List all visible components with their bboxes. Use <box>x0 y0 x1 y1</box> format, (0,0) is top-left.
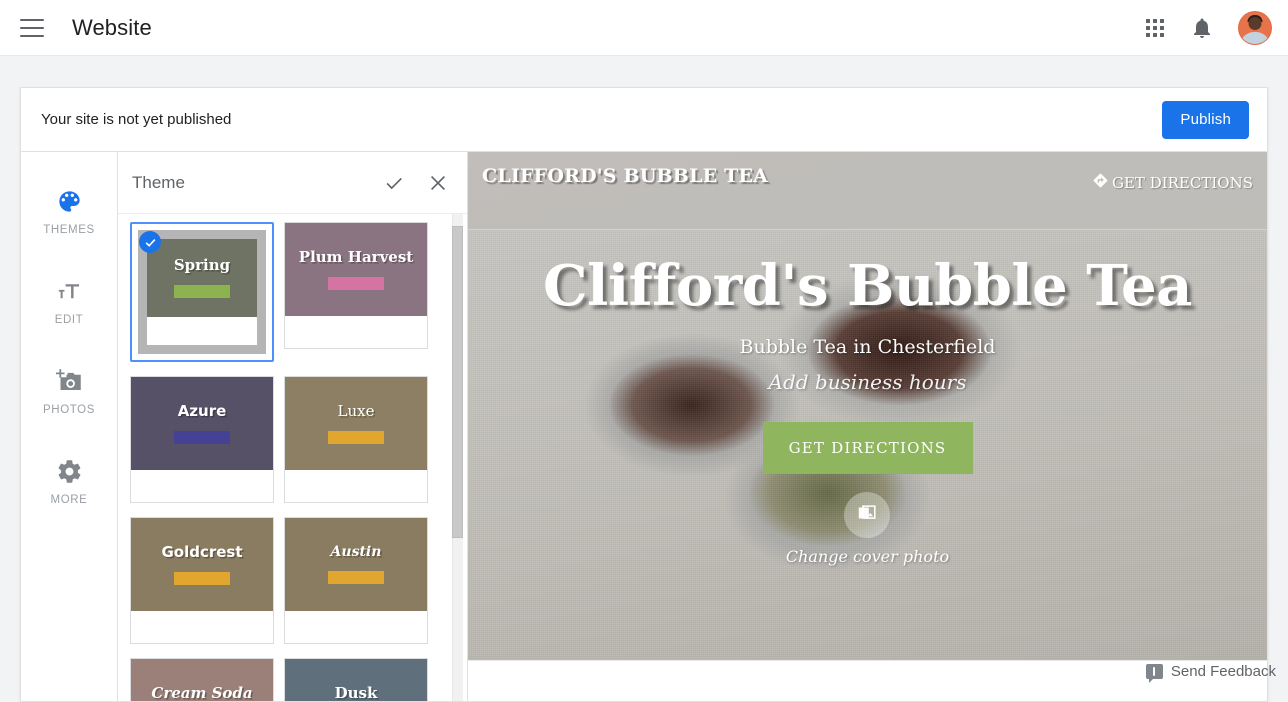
image-icon <box>856 502 878 529</box>
theme-panel-actions <box>379 168 453 198</box>
theme-card[interactable]: Cream Soda <box>130 658 274 702</box>
theme-card[interactable]: Plum Harvest <box>284 222 428 362</box>
theme-card-inner: Cream Soda <box>130 658 274 702</box>
close-icon[interactable] <box>423 168 453 198</box>
theme-card[interactable]: Azure <box>130 376 274 503</box>
theme-card[interactable]: Dusk <box>284 658 428 702</box>
bell-icon[interactable] <box>1190 16 1214 40</box>
sidebar-item-edit[interactable]: EDIT <box>21 264 117 340</box>
publish-status-text: Your site is not yet published <box>41 111 231 128</box>
publish-button[interactable]: Publish <box>1162 101 1249 139</box>
editor-body: THEMES EDIT <box>21 152 1267 702</box>
theme-card-inner: Luxe <box>284 376 428 503</box>
theme-card[interactable]: Spring <box>130 222 274 362</box>
preview-nav-directions-label: GET DIRECTIONS <box>1112 174 1253 192</box>
change-cover-photo-label: Change cover photo <box>786 547 949 566</box>
theme-card[interactable]: Austin <box>284 517 428 644</box>
theme-name: Dusk <box>335 686 378 701</box>
avatar-face <box>1249 17 1262 30</box>
theme-card-inner: Goldcrest <box>130 517 274 644</box>
preview-add-business-hours[interactable]: Add business hours <box>769 370 967 394</box>
change-cover-photo-control: Change cover photo <box>786 492 949 566</box>
theme-card-footer <box>285 470 427 502</box>
theme-selected-check-icon <box>139 231 161 253</box>
change-cover-photo-button[interactable] <box>844 492 890 538</box>
theme-panel-title: Theme <box>132 173 185 193</box>
sidebar-label-themes: THEMES <box>43 224 95 236</box>
site-preview: CLIFFORD'S BUBBLE TEA GET DIRECTIONS Cli… <box>468 152 1267 702</box>
hamburger-menu-icon[interactable] <box>20 19 44 37</box>
send-feedback-button[interactable]: Send Feedback <box>1146 663 1276 680</box>
preview-hero-title: Clifford's Bubble Tea <box>543 258 1192 314</box>
preview-hero: Clifford's Bubble Tea Bubble Tea in Ches… <box>468 230 1267 702</box>
theme-panel: Theme Spring Plum Harvest Azure Luxe <box>118 152 468 702</box>
top-app-bar: Website <box>0 0 1288 56</box>
theme-name: Azure <box>178 404 227 419</box>
sidebar-item-photos[interactable]: PHOTOS <box>21 354 117 430</box>
user-avatar[interactable] <box>1238 11 1272 45</box>
sidebar-label-photos: PHOTOS <box>43 404 95 416</box>
theme-accent-swatch <box>328 431 384 444</box>
theme-name: Spring <box>174 258 230 273</box>
apps-grid-icon[interactable] <box>1144 17 1166 39</box>
add-photo-icon <box>56 366 83 396</box>
top-bar-actions <box>1144 11 1272 45</box>
theme-name: Austin <box>331 545 382 559</box>
send-feedback-label: Send Feedback <box>1171 663 1276 680</box>
theme-accent-swatch <box>174 572 230 585</box>
sidebar-item-themes[interactable]: THEMES <box>21 174 117 250</box>
sidebar-label-edit: EDIT <box>55 314 84 326</box>
theme-accent-swatch <box>174 431 230 444</box>
page-title: Website <box>72 15 152 41</box>
theme-accent-swatch <box>174 285 230 298</box>
theme-card-footer <box>285 611 427 643</box>
sidebar-label-more: MORE <box>51 494 88 506</box>
theme-name: Plum Harvest <box>299 250 413 265</box>
theme-swatch: Azure <box>131 377 273 470</box>
theme-swatch: Spring <box>147 239 257 317</box>
preview-navbar: CLIFFORD'S BUBBLE TEA GET DIRECTIONS <box>468 152 1267 230</box>
feedback-icon <box>1146 664 1163 679</box>
preview-site-name: CLIFFORD'S BUBBLE TEA <box>482 166 782 188</box>
theme-swatch: Austin <box>285 518 427 611</box>
directions-diamond-icon <box>1092 172 1109 193</box>
editor-card: Your site is not yet published Publish T… <box>20 87 1268 702</box>
preview-hero-subtitle: Bubble Tea in Chesterfield <box>740 336 996 358</box>
theme-card-inner: Plum Harvest <box>284 222 428 349</box>
theme-swatch: Plum Harvest <box>285 223 427 316</box>
theme-card-inner: Dusk <box>284 658 428 702</box>
sidebar-item-more[interactable]: MORE <box>21 444 117 520</box>
theme-swatch: Luxe <box>285 377 427 470</box>
publish-bar: Your site is not yet published Publish <box>21 88 1267 152</box>
theme-name: Goldcrest <box>161 545 242 560</box>
theme-card[interactable]: Luxe <box>284 376 428 503</box>
theme-list-scroll[interactable]: Spring Plum Harvest Azure Luxe Goldcrest Aust… <box>118 214 467 702</box>
theme-card-footer <box>147 317 257 345</box>
theme-card-footer <box>285 316 427 348</box>
theme-accent-swatch <box>328 571 384 584</box>
preview-get-directions-button[interactable]: GET DIRECTIONS <box>763 422 973 474</box>
avatar-body <box>1240 32 1270 45</box>
editor-sidebar: THEMES EDIT <box>21 152 118 702</box>
palette-icon <box>56 186 83 216</box>
theme-accent-swatch <box>328 277 384 290</box>
check-icon[interactable] <box>379 168 409 198</box>
theme-swatch: Dusk <box>285 659 427 702</box>
theme-card-inner: Austin <box>284 517 428 644</box>
theme-swatch: Goldcrest <box>131 518 273 611</box>
theme-card[interactable]: Goldcrest <box>130 517 274 644</box>
theme-card-footer <box>131 611 273 643</box>
theme-card-inner: Azure <box>130 376 274 503</box>
text-format-icon <box>56 276 83 306</box>
theme-name: Luxe <box>338 404 375 419</box>
theme-panel-header: Theme <box>118 152 467 214</box>
theme-scrollbar-thumb[interactable] <box>452 226 463 538</box>
theme-name: Cream Soda <box>151 686 252 701</box>
theme-card-footer <box>131 470 273 502</box>
preview-nav-directions-link[interactable]: GET DIRECTIONS <box>1092 172 1253 193</box>
gear-icon <box>56 456 83 486</box>
theme-grid: Spring Plum Harvest Azure Luxe Goldcrest Aust… <box>126 222 449 702</box>
theme-swatch: Cream Soda <box>131 659 273 702</box>
